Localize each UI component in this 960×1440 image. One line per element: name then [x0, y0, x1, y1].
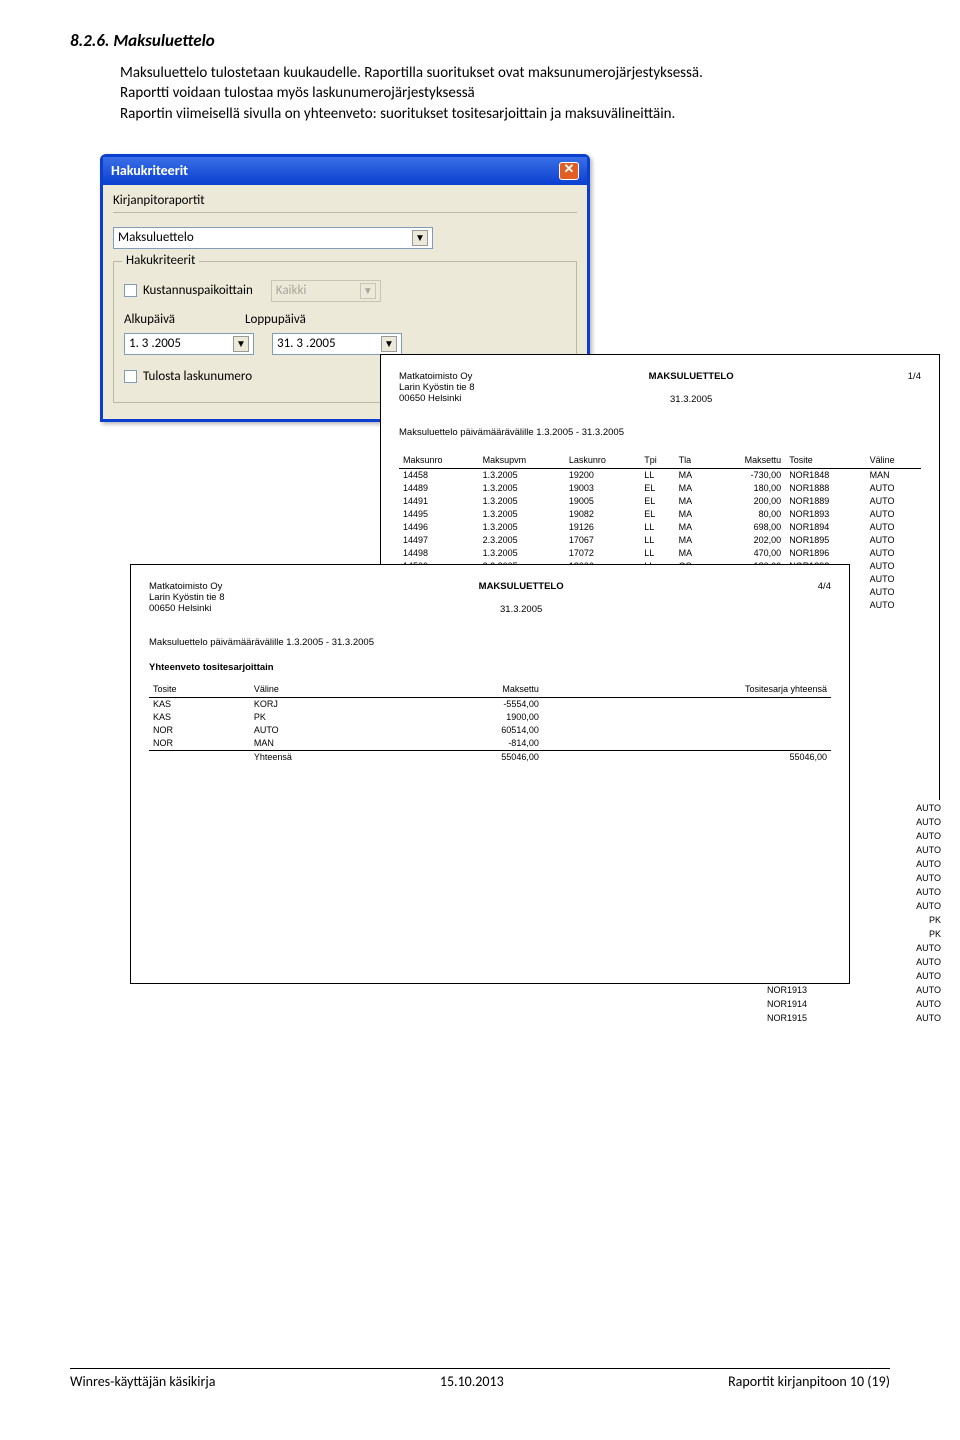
window-titlebar: Hakukriteerit ✕: [103, 157, 587, 185]
start-date-input[interactable]: 1. 3 .2005 ▼: [124, 333, 254, 355]
chevron-down-icon: ▼: [360, 283, 376, 299]
end-date-input[interactable]: 31. 3 .2005 ▼: [272, 333, 402, 355]
body-paragraph: Maksuluettelo tulostetaan kuukaudelle. R…: [120, 63, 890, 124]
start-date-label: Alkupäivä: [124, 312, 175, 327]
print-invoice-number-checkbox[interactable]: Tulosta laskunumero: [124, 369, 252, 384]
cost-center-select: Kaikki ▼: [271, 280, 381, 302]
close-icon[interactable]: ✕: [559, 162, 579, 180]
report-select[interactable]: Maksuluettelo ▼: [113, 227, 433, 249]
tab-label: Kirjanpitoraportit: [113, 193, 577, 208]
summary-table: TositeVälineMaksettuTositesarja yhteensä…: [149, 681, 831, 764]
section-heading: 8.2.6. Maksuluettelo: [70, 30, 890, 51]
screenshot-area: Hakukriteerit ✕ Kirjanpitoraportit Maksu…: [100, 154, 890, 1134]
chevron-down-icon[interactable]: ▼: [381, 336, 397, 352]
cost-centers-checkbox[interactable]: Kustannuspaikoittain: [124, 283, 253, 298]
chevron-down-icon[interactable]: ▼: [233, 336, 249, 352]
chevron-down-icon[interactable]: ▼: [412, 230, 428, 246]
report-page-4: Matkatoimisto Oy Larin Kyöstin tie 8 006…: [130, 564, 850, 984]
end-date-label: Loppupäivä: [245, 312, 306, 327]
page-footer: Winres-käyttäjän käsikirja 15.10.2013 Ra…: [70, 1368, 890, 1390]
window-title: Hakukriteerit: [111, 162, 188, 179]
